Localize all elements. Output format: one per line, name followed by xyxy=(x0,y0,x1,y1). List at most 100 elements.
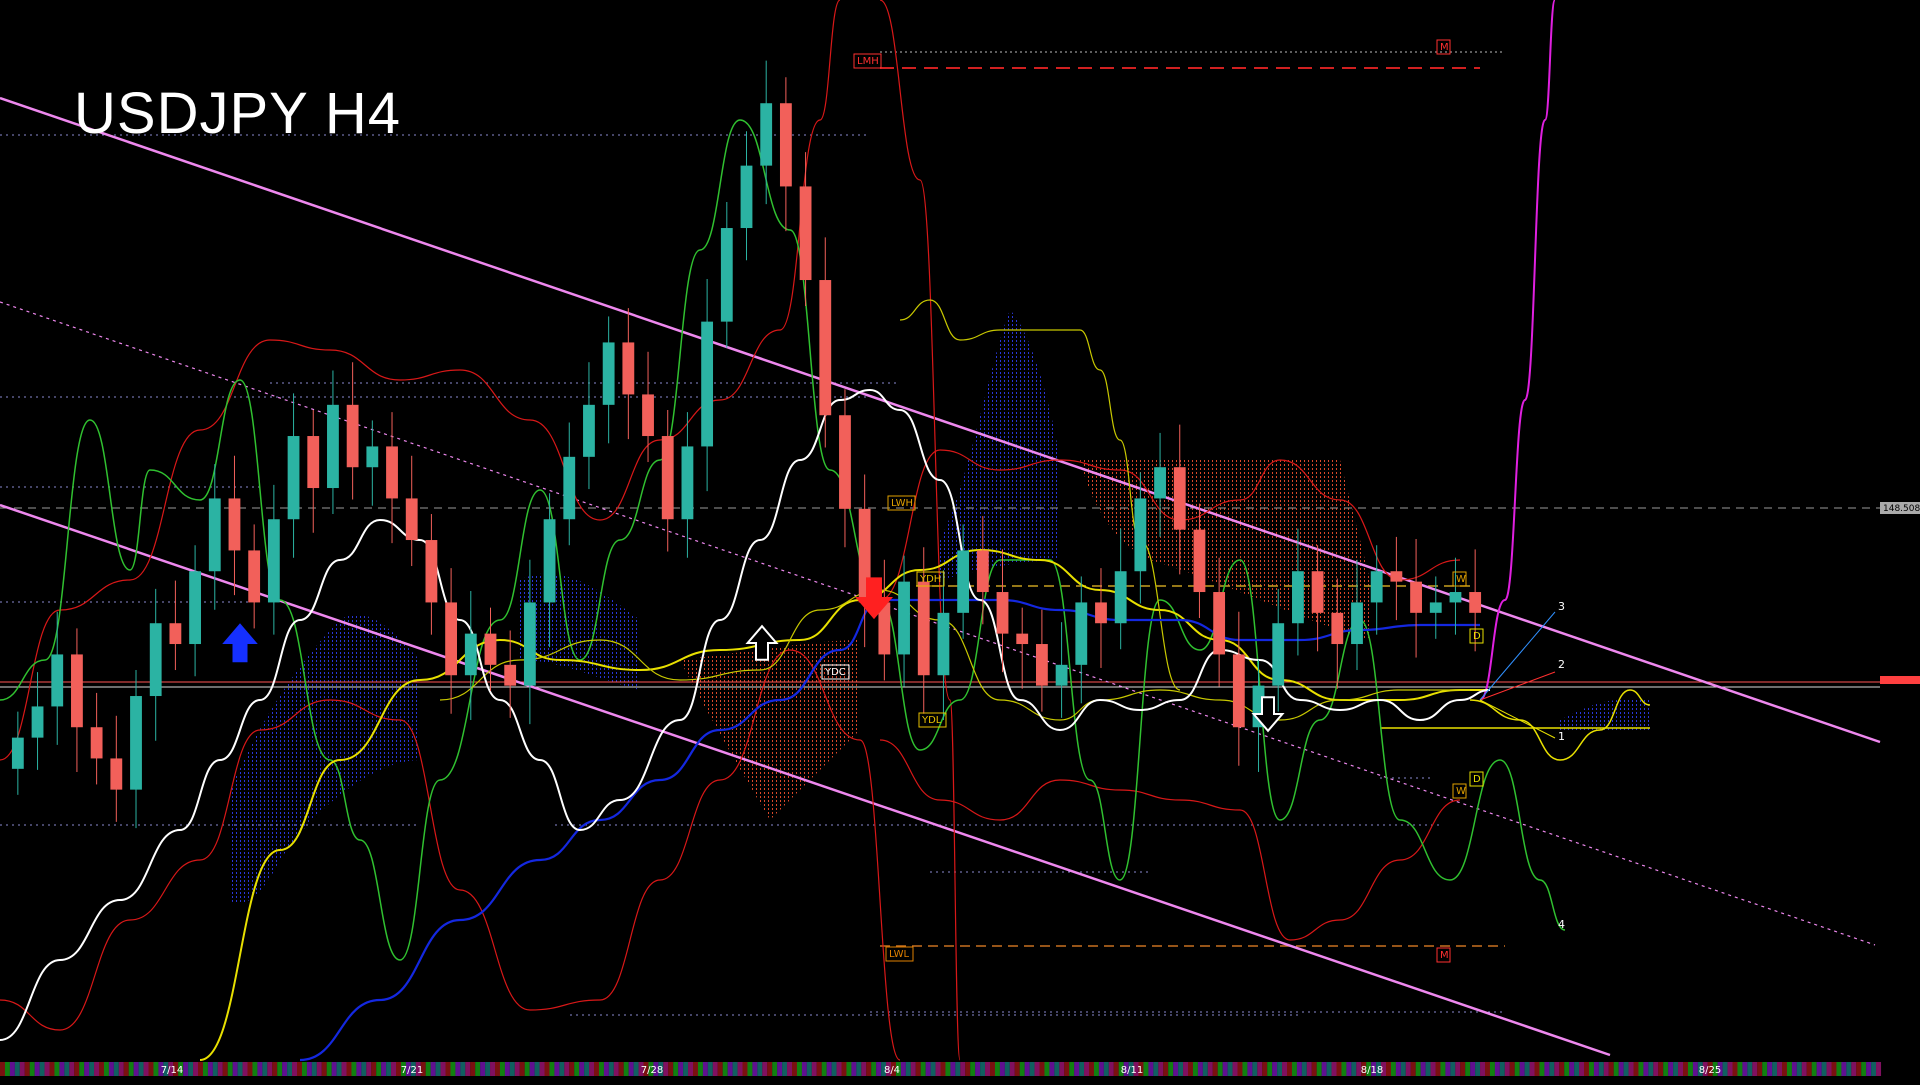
time-bar-cell xyxy=(376,1062,382,1076)
time-bar-cell xyxy=(242,1062,248,1076)
time-bar-cell xyxy=(584,1062,590,1076)
time-bar-cell xyxy=(1455,1062,1461,1076)
time-bar-cell xyxy=(198,1062,203,1076)
time-bar-cell xyxy=(1584,1062,1589,1076)
time-bar-cell xyxy=(1029,1062,1035,1076)
level-label-d-top: D xyxy=(1473,631,1481,642)
candle-body xyxy=(366,446,379,468)
time-bar-cell xyxy=(683,1062,689,1076)
time-bar-cell xyxy=(183,1062,189,1076)
time-bar-cell xyxy=(391,1062,397,1076)
time-bar-cell xyxy=(975,1062,981,1076)
time-bar-cell xyxy=(34,1062,40,1076)
time-bar-cell xyxy=(663,1062,669,1076)
time-bar-cell xyxy=(1064,1062,1070,1076)
time-bar-cell xyxy=(994,1062,1000,1076)
time-bar-cell xyxy=(1227,1062,1233,1076)
time-bar-cell xyxy=(1861,1062,1867,1076)
time-bar-cell xyxy=(311,1062,317,1076)
time-bar-cell xyxy=(519,1062,525,1076)
candle-body xyxy=(622,342,635,395)
level-label-lmh: LMH xyxy=(857,56,879,67)
time-bar-cell xyxy=(1202,1062,1208,1076)
time-bar-cell xyxy=(326,1062,332,1076)
time-bar-cell xyxy=(1306,1062,1312,1076)
time-bar-cell xyxy=(851,1062,857,1076)
candle-body xyxy=(1193,529,1206,593)
time-bar-cell xyxy=(920,1062,926,1076)
time-bar-cell xyxy=(1470,1062,1476,1076)
time-bar-cell xyxy=(1108,1062,1114,1076)
time-bar-cell xyxy=(1767,1062,1773,1076)
time-bar-cell xyxy=(1331,1062,1337,1076)
time-bar-cell xyxy=(1242,1062,1248,1076)
time-bar-cell xyxy=(1816,1062,1822,1076)
time-bar-cell xyxy=(1643,1062,1649,1076)
time-bar-cell xyxy=(1742,1062,1748,1076)
time-bar-cell xyxy=(727,1062,733,1076)
time-bar-cell xyxy=(480,1062,486,1076)
time-bar-cell xyxy=(1613,1062,1619,1076)
level-label-lwh: LWH xyxy=(891,498,913,509)
time-bar-cell xyxy=(1287,1062,1292,1076)
time-bar-cell xyxy=(940,1062,946,1076)
time-bar-cell xyxy=(1336,1062,1342,1076)
time-bar-cell xyxy=(1801,1062,1807,1076)
time-bar-cell xyxy=(831,1062,837,1076)
time-bar-cell xyxy=(1158,1062,1164,1076)
candle-body xyxy=(1016,633,1029,645)
time-bar-cell xyxy=(440,1062,446,1076)
time-bar-cell xyxy=(1004,1062,1010,1076)
time-bar-cell xyxy=(1084,1062,1090,1076)
time-bar-cell xyxy=(950,1062,956,1076)
time-bar-cell xyxy=(1079,1062,1085,1076)
time-bar-cell xyxy=(455,1062,461,1076)
time-bar-cell xyxy=(361,1062,367,1076)
chart-area: LMH LWH YDH YDC YDL LWL M M W W D D 1 2 3 4 148.508 7/14… xyxy=(0,0,1920,1080)
time-bar-cell xyxy=(1390,1062,1396,1076)
time-bar-cell xyxy=(1762,1062,1768,1076)
time-bar-cell xyxy=(1054,1062,1060,1076)
time-bar-cell xyxy=(262,1062,268,1076)
candle-body xyxy=(898,581,910,655)
candle-body xyxy=(484,633,497,665)
time-bar-cell xyxy=(945,1062,951,1076)
time-bar-cell xyxy=(1316,1062,1322,1076)
candle-body xyxy=(976,550,989,593)
candle-body xyxy=(169,623,182,645)
level-label-m-bottom: M xyxy=(1440,950,1449,961)
candle-body xyxy=(1055,664,1068,686)
time-bar-cell xyxy=(752,1062,758,1076)
time-bar-cell xyxy=(549,1062,555,1076)
time-bar-cell xyxy=(1673,1062,1679,1076)
time-bar-cell xyxy=(24,1062,30,1076)
time-bar-cell xyxy=(544,1062,550,1076)
time-bar-cell xyxy=(1291,1062,1297,1076)
time-bar-cell xyxy=(1098,1062,1104,1076)
time-bar-cell xyxy=(1806,1062,1812,1076)
time-bar-cell xyxy=(321,1062,327,1076)
time-bar-cell xyxy=(821,1062,827,1076)
candle-body xyxy=(957,550,970,613)
time-bar-cell xyxy=(1326,1062,1332,1076)
candle-body xyxy=(563,456,576,520)
time-bar-cell xyxy=(232,1062,238,1076)
time-bar-cell xyxy=(1549,1062,1555,1076)
time-bar-cell xyxy=(1445,1062,1451,1076)
time-bar-cell xyxy=(559,1062,565,1076)
time-bar-cell xyxy=(816,1062,822,1076)
time-bar-cell xyxy=(861,1062,867,1076)
candle-body xyxy=(327,404,339,489)
time-bar-cell xyxy=(1534,1062,1540,1076)
candle-body xyxy=(248,550,261,603)
time-bar-cell xyxy=(356,1062,362,1076)
time-bar-cell xyxy=(1168,1062,1174,1076)
time-bar-cell xyxy=(628,1062,634,1076)
candle-body xyxy=(543,519,556,603)
time-bar-cell xyxy=(767,1062,773,1076)
time-bar-cell xyxy=(712,1062,718,1076)
time-bar-cell xyxy=(707,1062,713,1076)
time-bar-cell xyxy=(717,1062,723,1076)
time-bar-cell xyxy=(1093,1062,1099,1076)
time-bar-cell xyxy=(1425,1062,1431,1076)
